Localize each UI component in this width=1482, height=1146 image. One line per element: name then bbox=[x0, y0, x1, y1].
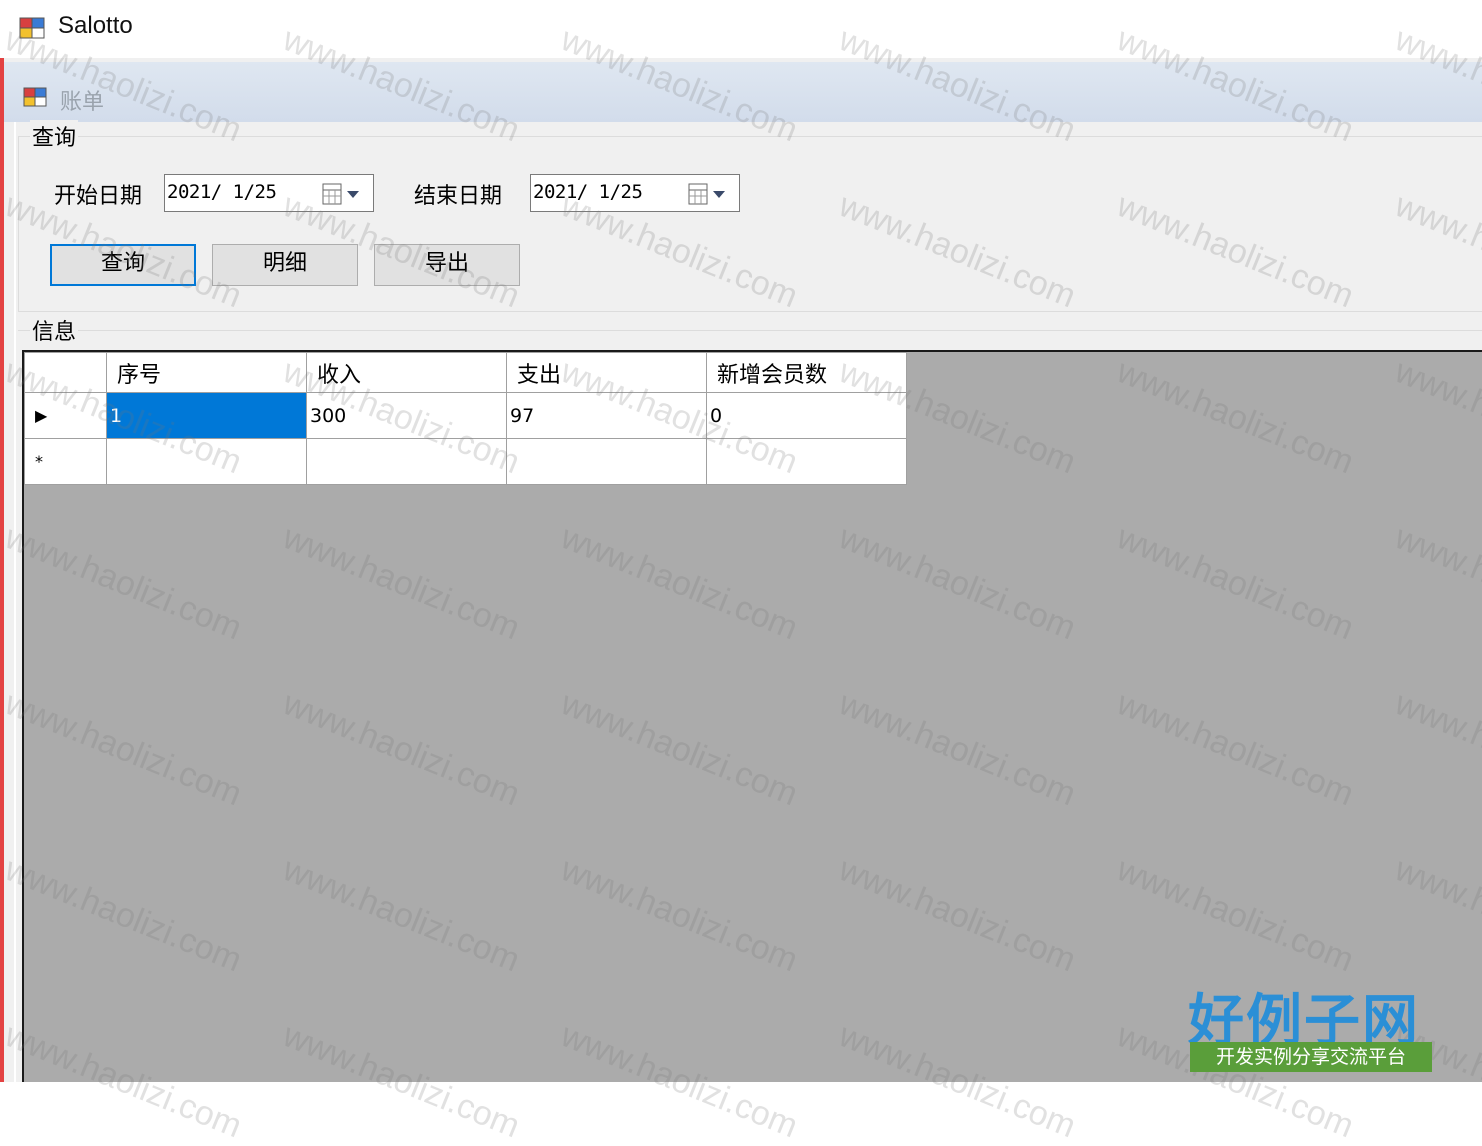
calendar-dropdown-icon[interactable] bbox=[321, 182, 361, 206]
child-window-title: 账单 bbox=[60, 90, 105, 115]
header-row: 序号 收入 支出 新增会员数 bbox=[24, 352, 907, 393]
start-date-picker[interactable]: 2021/ 1/25 bbox=[164, 174, 374, 212]
app-title: Salotto bbox=[58, 12, 133, 39]
end-date-picker[interactable]: 2021/ 1/25 bbox=[530, 174, 740, 212]
detail-button[interactable]: 明细 bbox=[212, 244, 358, 286]
logo-subtitle: 开发实例分享交流平台 bbox=[1190, 1042, 1432, 1072]
query-group-legend: 查询 bbox=[30, 120, 79, 152]
current-row-indicator-icon[interactable]: ▶ bbox=[24, 392, 107, 439]
end-date-value[interactable]: 2021/ 1/25 bbox=[533, 181, 643, 203]
column-header[interactable]: 支出 bbox=[506, 352, 707, 393]
start-date-label: 开始日期 bbox=[54, 184, 143, 209]
app-titlebar[interactable]: Salotto bbox=[0, 0, 1482, 59]
column-header[interactable]: 新增会员数 bbox=[706, 352, 907, 393]
table-cell[interactable]: 0 bbox=[706, 392, 907, 439]
child-window-titlebar[interactable] bbox=[4, 62, 1482, 122]
haolizi-logo: 好例子网 开发实例分享交流平台 bbox=[1186, 976, 1436, 1076]
column-header[interactable]: 收入 bbox=[306, 352, 507, 393]
table-row[interactable]: ▶ 1 300 97 0 bbox=[24, 392, 907, 439]
export-button[interactable]: 导出 bbox=[374, 244, 520, 286]
corner-header-cell[interactable] bbox=[24, 352, 107, 393]
query-button[interactable]: 查询 bbox=[50, 244, 196, 286]
table-cell[interactable] bbox=[306, 438, 507, 485]
table-cell[interactable]: 300 bbox=[306, 392, 507, 439]
info-group-legend: 信息 bbox=[30, 314, 79, 346]
column-header[interactable]: 序号 bbox=[106, 352, 307, 393]
info-groupbox bbox=[18, 330, 1482, 351]
start-date-value[interactable]: 2021/ 1/25 bbox=[167, 181, 277, 203]
data-grid-table: 序号 收入 支出 新增会员数 ▶ 1 300 97 0 * bbox=[24, 352, 907, 485]
table-cell[interactable]: 97 bbox=[506, 392, 707, 439]
table-cell[interactable] bbox=[706, 438, 907, 485]
form-window-icon bbox=[23, 87, 47, 107]
end-date-label: 结束日期 bbox=[414, 184, 503, 209]
new-row-indicator-icon[interactable]: * bbox=[24, 438, 107, 485]
table-cell[interactable] bbox=[506, 438, 707, 485]
table-cell[interactable] bbox=[106, 438, 307, 485]
data-grid[interactable]: 序号 收入 支出 新增会员数 ▶ 1 300 97 0 * bbox=[22, 350, 1482, 1082]
app-window-icon bbox=[19, 17, 45, 39]
calendar-dropdown-icon[interactable] bbox=[687, 182, 727, 206]
table-cell[interactable]: 1 bbox=[106, 392, 307, 439]
new-row[interactable]: * bbox=[24, 438, 907, 485]
